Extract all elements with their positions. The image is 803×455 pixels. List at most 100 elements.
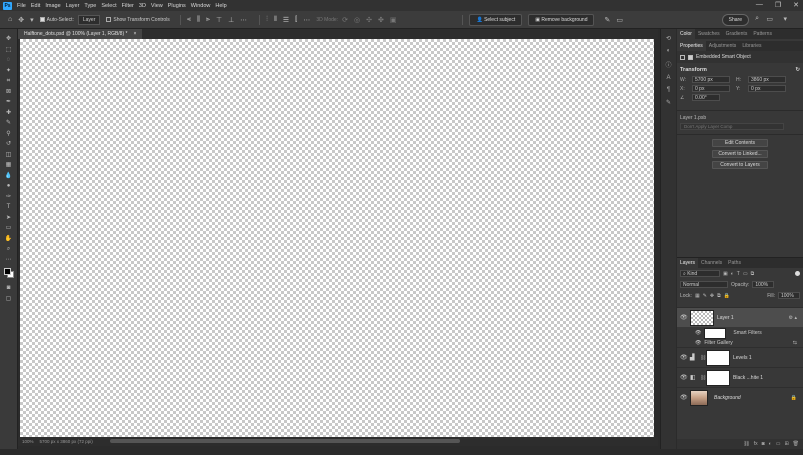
brush-settings-icon[interactable]: ✎	[666, 99, 671, 106]
tab-swatches[interactable]: Swatches	[695, 29, 723, 39]
crop-tool-icon[interactable]: ⌗	[7, 77, 10, 86]
align-top-icon[interactable]: ⊤	[216, 16, 222, 24]
character-panel-icon[interactable]: A	[666, 75, 670, 81]
menu-3d[interactable]: 3D	[139, 3, 146, 9]
type-tool-icon[interactable]: T	[7, 203, 11, 212]
edit-contents-button[interactable]: Edit Contents	[712, 139, 768, 147]
close-window-button[interactable]: ✕	[793, 1, 799, 9]
filter-toggle[interactable]	[795, 271, 800, 276]
menu-image[interactable]: Image	[45, 3, 60, 9]
more-tools-icon[interactable]: ⋯	[6, 256, 12, 265]
menu-select[interactable]: Select	[101, 3, 116, 9]
more-options-icon[interactable]: ⋯	[240, 16, 247, 24]
layer-row-layer-1[interactable]: 👁 Layer 1 ⚙ ▴	[677, 307, 803, 327]
menu-type[interactable]: Type	[84, 3, 96, 9]
lock-pixels-icon[interactable]: ▦	[695, 293, 700, 299]
workspace-icon[interactable]: ▭	[766, 15, 773, 23]
align-left-icon[interactable]: ⫷	[187, 16, 191, 24]
tab-channels[interactable]: Channels	[698, 258, 725, 268]
height-field[interactable]: 3860 px	[748, 76, 786, 83]
marquee-tool-icon[interactable]: ⬚	[6, 46, 12, 55]
opacity-field[interactable]: 100%	[752, 281, 775, 288]
tab-libraries[interactable]: Libraries	[739, 41, 764, 51]
blur-tool-icon[interactable]: 💧	[5, 172, 12, 181]
menu-view[interactable]: View	[151, 3, 163, 9]
visibility-eye-icon[interactable]: 👁	[680, 354, 690, 361]
menu-layer[interactable]: Layer	[66, 3, 80, 9]
new-layer-icon[interactable]: ⊞	[784, 441, 788, 447]
path-select-tool-icon[interactable]: ➤	[6, 214, 11, 223]
frame-tool-icon[interactable]: ⊠	[6, 88, 11, 97]
blend-mode-dropdown[interactable]: Normal	[680, 281, 728, 288]
tab-patterns[interactable]: Patterns	[750, 29, 775, 39]
menu-plugins[interactable]: Plugins	[168, 3, 186, 9]
layer-row-levels-1[interactable]: 👁 ▟ ⛓ Levels 1	[677, 347, 803, 367]
smart-filter-indicator-icon[interactable]: ⚙ ▴	[789, 315, 797, 321]
select-subject-button[interactable]: 👤 Select subject	[469, 13, 523, 26]
auto-select-checkbox[interactable]	[39, 17, 45, 22]
tab-adjustments[interactable]: Adjustments	[706, 41, 740, 51]
menu-window[interactable]: Window	[191, 3, 211, 9]
align-right-icon[interactable]: ⫸	[206, 16, 210, 24]
tab-gradients[interactable]: Gradients	[723, 29, 751, 39]
angle-field[interactable]: 0.00°	[692, 94, 720, 101]
chevron-down-icon[interactable]: ▾	[783, 15, 787, 23]
search-icon[interactable]: ⌕	[755, 15, 759, 23]
menu-edit[interactable]: Edit	[31, 3, 40, 9]
visibility-eye-icon[interactable]: 👁	[695, 340, 701, 346]
healing-tool-icon[interactable]: ✚	[6, 109, 11, 118]
clone-stamp-tool-icon[interactable]: ⚲	[6, 130, 10, 139]
quick-select-tool-icon[interactable]: ✦	[6, 67, 11, 76]
layer-row-black-white-1[interactable]: 👁 ◧ ⛓ Black ...hite 1	[677, 367, 803, 387]
dodge-tool-icon[interactable]: ●	[7, 182, 11, 191]
move-tool-icon[interactable]: ✥	[6, 35, 11, 44]
new-group-icon[interactable]: ▭	[776, 441, 781, 447]
tab-paths[interactable]: Paths	[725, 258, 744, 268]
width-field[interactable]: 5700 px	[692, 76, 730, 83]
eyedropper-tool-icon[interactable]: ✒	[6, 98, 11, 107]
history-panel-icon[interactable]: ⟲	[666, 35, 671, 42]
minimize-button[interactable]: —	[756, 1, 763, 9]
lock-all-icon[interactable]: 🔒	[724, 293, 730, 299]
distribute-icon[interactable]: ⫶	[266, 16, 268, 24]
smart-filter-icon[interactable]: ⧉	[751, 271, 755, 277]
hand-tool-icon[interactable]: ✋	[5, 235, 12, 244]
link-layers-icon[interactable]: ⛓	[743, 441, 749, 447]
add-mask-icon[interactable]: ◙	[762, 441, 765, 447]
lock-artboard-icon[interactable]: ⧉	[717, 293, 721, 299]
tab-properties[interactable]: Properties	[677, 41, 706, 51]
filter-gallery-row[interactable]: 👁 Filter Gallery ⇆	[677, 339, 803, 347]
tab-color[interactable]: Color	[677, 29, 695, 39]
maximize-button[interactable]: ❐	[775, 1, 781, 9]
rectangle-tool-icon[interactable]: ▭	[6, 224, 12, 233]
filter-options-icon[interactable]: ⇆	[793, 340, 797, 346]
fill-field[interactable]: 100%	[778, 292, 800, 299]
lock-icon[interactable]: 🔒	[791, 395, 797, 401]
menu-filter[interactable]: Filter	[122, 3, 134, 9]
document-tab[interactable]: Halftone_dots.psd @ 100% (Layer 1, RGB/8…	[18, 29, 143, 39]
distribute-h-icon[interactable]: ⫴	[274, 16, 277, 24]
screen-mode-icon[interactable]: ▢	[6, 295, 12, 304]
delete-layer-icon[interactable]: 🗑	[793, 441, 799, 447]
align-center-icon[interactable]: ⫼	[197, 16, 200, 24]
align-middle-icon[interactable]: ⊥	[228, 16, 234, 24]
convert-to-linked-button[interactable]: Convert to Linked...	[712, 150, 768, 158]
brush-tool-icon[interactable]: ✎	[6, 119, 11, 128]
distribute-spacing-icon[interactable]: ⫿	[295, 16, 297, 24]
type-filter-icon[interactable]: T	[737, 271, 740, 277]
lock-position-icon[interactable]: ✥	[710, 293, 714, 299]
visibility-eye-icon[interactable]: 👁	[680, 374, 690, 381]
eraser-tool-icon[interactable]: ◫	[6, 151, 12, 160]
horizontal-scrollbar[interactable]	[110, 439, 460, 443]
reset-transform-icon[interactable]: ↻	[795, 67, 800, 73]
home-icon[interactable]: ⌂	[8, 16, 12, 23]
brush-icon[interactable]: ✎	[604, 16, 610, 24]
auto-select-dropdown[interactable]: Layer	[77, 14, 101, 25]
more-align-icon[interactable]: ⋯	[303, 16, 310, 24]
chevron-down-icon[interactable]: ▾	[30, 16, 34, 24]
document-info[interactable]: 5700 px x 3860 px (72 ppi)	[40, 439, 93, 444]
visibility-eye-icon[interactable]: 👁	[680, 314, 690, 321]
y-field[interactable]: 0 px	[748, 85, 786, 92]
history-brush-tool-icon[interactable]: ↺	[6, 140, 11, 149]
convert-to-layers-button[interactable]: Convert to Layers	[712, 161, 768, 169]
